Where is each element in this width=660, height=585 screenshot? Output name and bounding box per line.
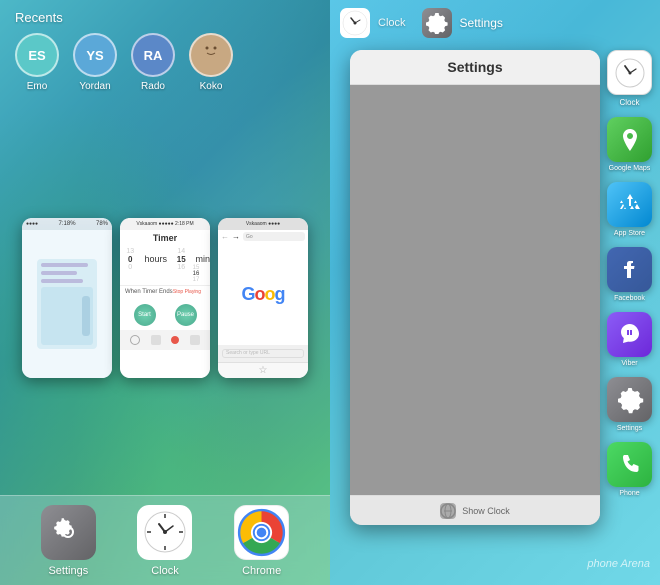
avatar-name-koko: Koko [200,81,223,92]
viber-dock-label: Viber [621,360,637,367]
settings-top-icon [422,8,452,38]
avatar-name-yordan: Yordan [79,81,110,92]
timer-pause-button[interactable]: Pause [175,304,197,326]
left-panel: Recents ES Emo YS Yordan RA Rad [0,0,330,585]
settings-card-body [350,85,600,525]
settings-dock-small-icon[interactable] [607,377,652,422]
app-card-timer[interactable]: Vskaaom ●●●●● 2:18 PM Timer 13 0 0 hours… [120,218,210,378]
avatar-circle-ra: RA [131,33,175,77]
recents-avatars: ES Emo YS Yordan RA Rado [15,33,315,92]
recents-bar: Recents ES Emo YS Yordan RA Rad [0,10,330,92]
clock-tab-icon [151,335,161,345]
right-clock-label: Clock [378,17,406,29]
timer-status-bar: Vskaaom ●●●●● 2:18 PM [120,218,210,230]
maps-icon[interactable] [607,117,652,162]
avatar-item[interactable]: ES Emo [15,33,59,92]
right-dock-icons: Clock Google Maps App Store [607,50,652,497]
facebook-dock-label: Facebook [614,295,645,302]
dock-label-settings: Settings [48,565,88,577]
phone-dock-label: Phone [619,490,639,497]
avatar-name-rado: Rado [141,81,165,92]
settings-footer-text: Show Clock [462,506,510,516]
chrome-status-bar: Vskaaom ●●●● [218,218,308,230]
right-dock-item-settings[interactable]: Settings [607,377,652,432]
viber-icon[interactable] [607,312,652,357]
appstore-dock-label: App Store [614,230,645,237]
record-icon [171,336,179,344]
right-dock-item-facebook[interactable]: Facebook [607,247,652,302]
right-clock-icon[interactable] [607,50,652,95]
chrome-search-bar: Search or type URL [222,349,304,358]
chrome-dock-icon[interactable] [234,505,289,560]
right-clock-dock-label: Clock [619,98,639,107]
settings-large-card[interactable]: Settings Show Clock [350,50,600,525]
clock-top-icon [340,8,370,38]
back-arrow-icon: ← [221,232,229,241]
right-dock-item-phone[interactable]: Phone [607,442,652,497]
dock-item-settings[interactable]: Settings [41,505,96,577]
chrome-url-bar: Go [243,232,305,241]
avatar-item[interactable]: Koko [189,33,233,92]
settings-card-footer: Show Clock [350,495,600,525]
multitask-cards: ●●●● 7:18% 78% [0,100,330,495]
avatar-item[interactable]: RA Rado [131,33,175,92]
right-dock-item-clock[interactable]: Clock [607,50,652,107]
timer-start-button[interactable]: Start [134,304,156,326]
dock-label-chrome: Chrome [242,565,281,577]
dock-item-chrome[interactable]: Chrome [234,505,289,577]
phone-icon[interactable] [607,442,652,487]
app-card-generic[interactable]: ●●●● 7:18% 78% [22,218,112,378]
facebook-icon[interactable] [607,247,652,292]
right-dock-item-maps[interactable]: Google Maps [607,117,652,172]
settings-small-dock-label: Settings [617,425,642,432]
settings-card-title: Settings [447,59,502,75]
maps-dock-label: Google Maps [609,165,651,172]
forward-arrow-icon: → [232,232,240,241]
recents-label: Recents [15,10,315,25]
dock-item-clock[interactable]: Clock [137,505,192,577]
settings-dock-icon[interactable] [41,505,96,560]
chrome-content: Goog [218,244,308,345]
status-bar: ●●●● 7:18% 78% [22,218,112,230]
timer-tab-icon [130,335,140,345]
avatar-item[interactable]: YS Yordan [73,33,117,92]
app-card-chrome[interactable]: Vskaaom ●●●● ← → Go Goog Search or type … [218,218,308,378]
chrome-bottom-bar: ☆ [218,362,308,378]
bookmark-star-icon: ☆ [259,365,268,376]
timer-buttons: Start Pause [120,300,210,330]
avatar-circle-ys: YS [73,33,117,77]
right-panel: Clock Settings Settings Show [330,0,660,585]
avatar-name-emo: Emo [27,81,48,92]
dock: Settings Clock [0,495,330,585]
right-top-bar: Clock Settings [330,0,660,45]
avatar-photo-koko [189,33,233,77]
settings-card-header: Settings [350,50,600,85]
appstore-icon[interactable] [607,182,652,227]
tab-icon [190,335,200,345]
card-content [22,230,112,378]
avatar-circle-es: ES [15,33,59,77]
dock-label-clock: Clock [151,565,179,577]
settings-footer-icon [440,503,456,519]
chrome-nav-bar: ← → Go [218,230,308,244]
right-dock-item-viber[interactable]: Viber [607,312,652,367]
watermark: phone Arena [587,558,650,570]
timer-title: Timer [120,230,210,246]
google-logo: Goog [241,284,284,305]
right-settings-label: Settings [460,16,503,30]
right-dock-item-appstore[interactable]: App Store [607,182,652,237]
timer-bottom-bar [120,330,210,350]
timer-when-label: When Timer Ends Stop Playing [120,285,210,298]
clock-dock-icon[interactable] [137,505,192,560]
